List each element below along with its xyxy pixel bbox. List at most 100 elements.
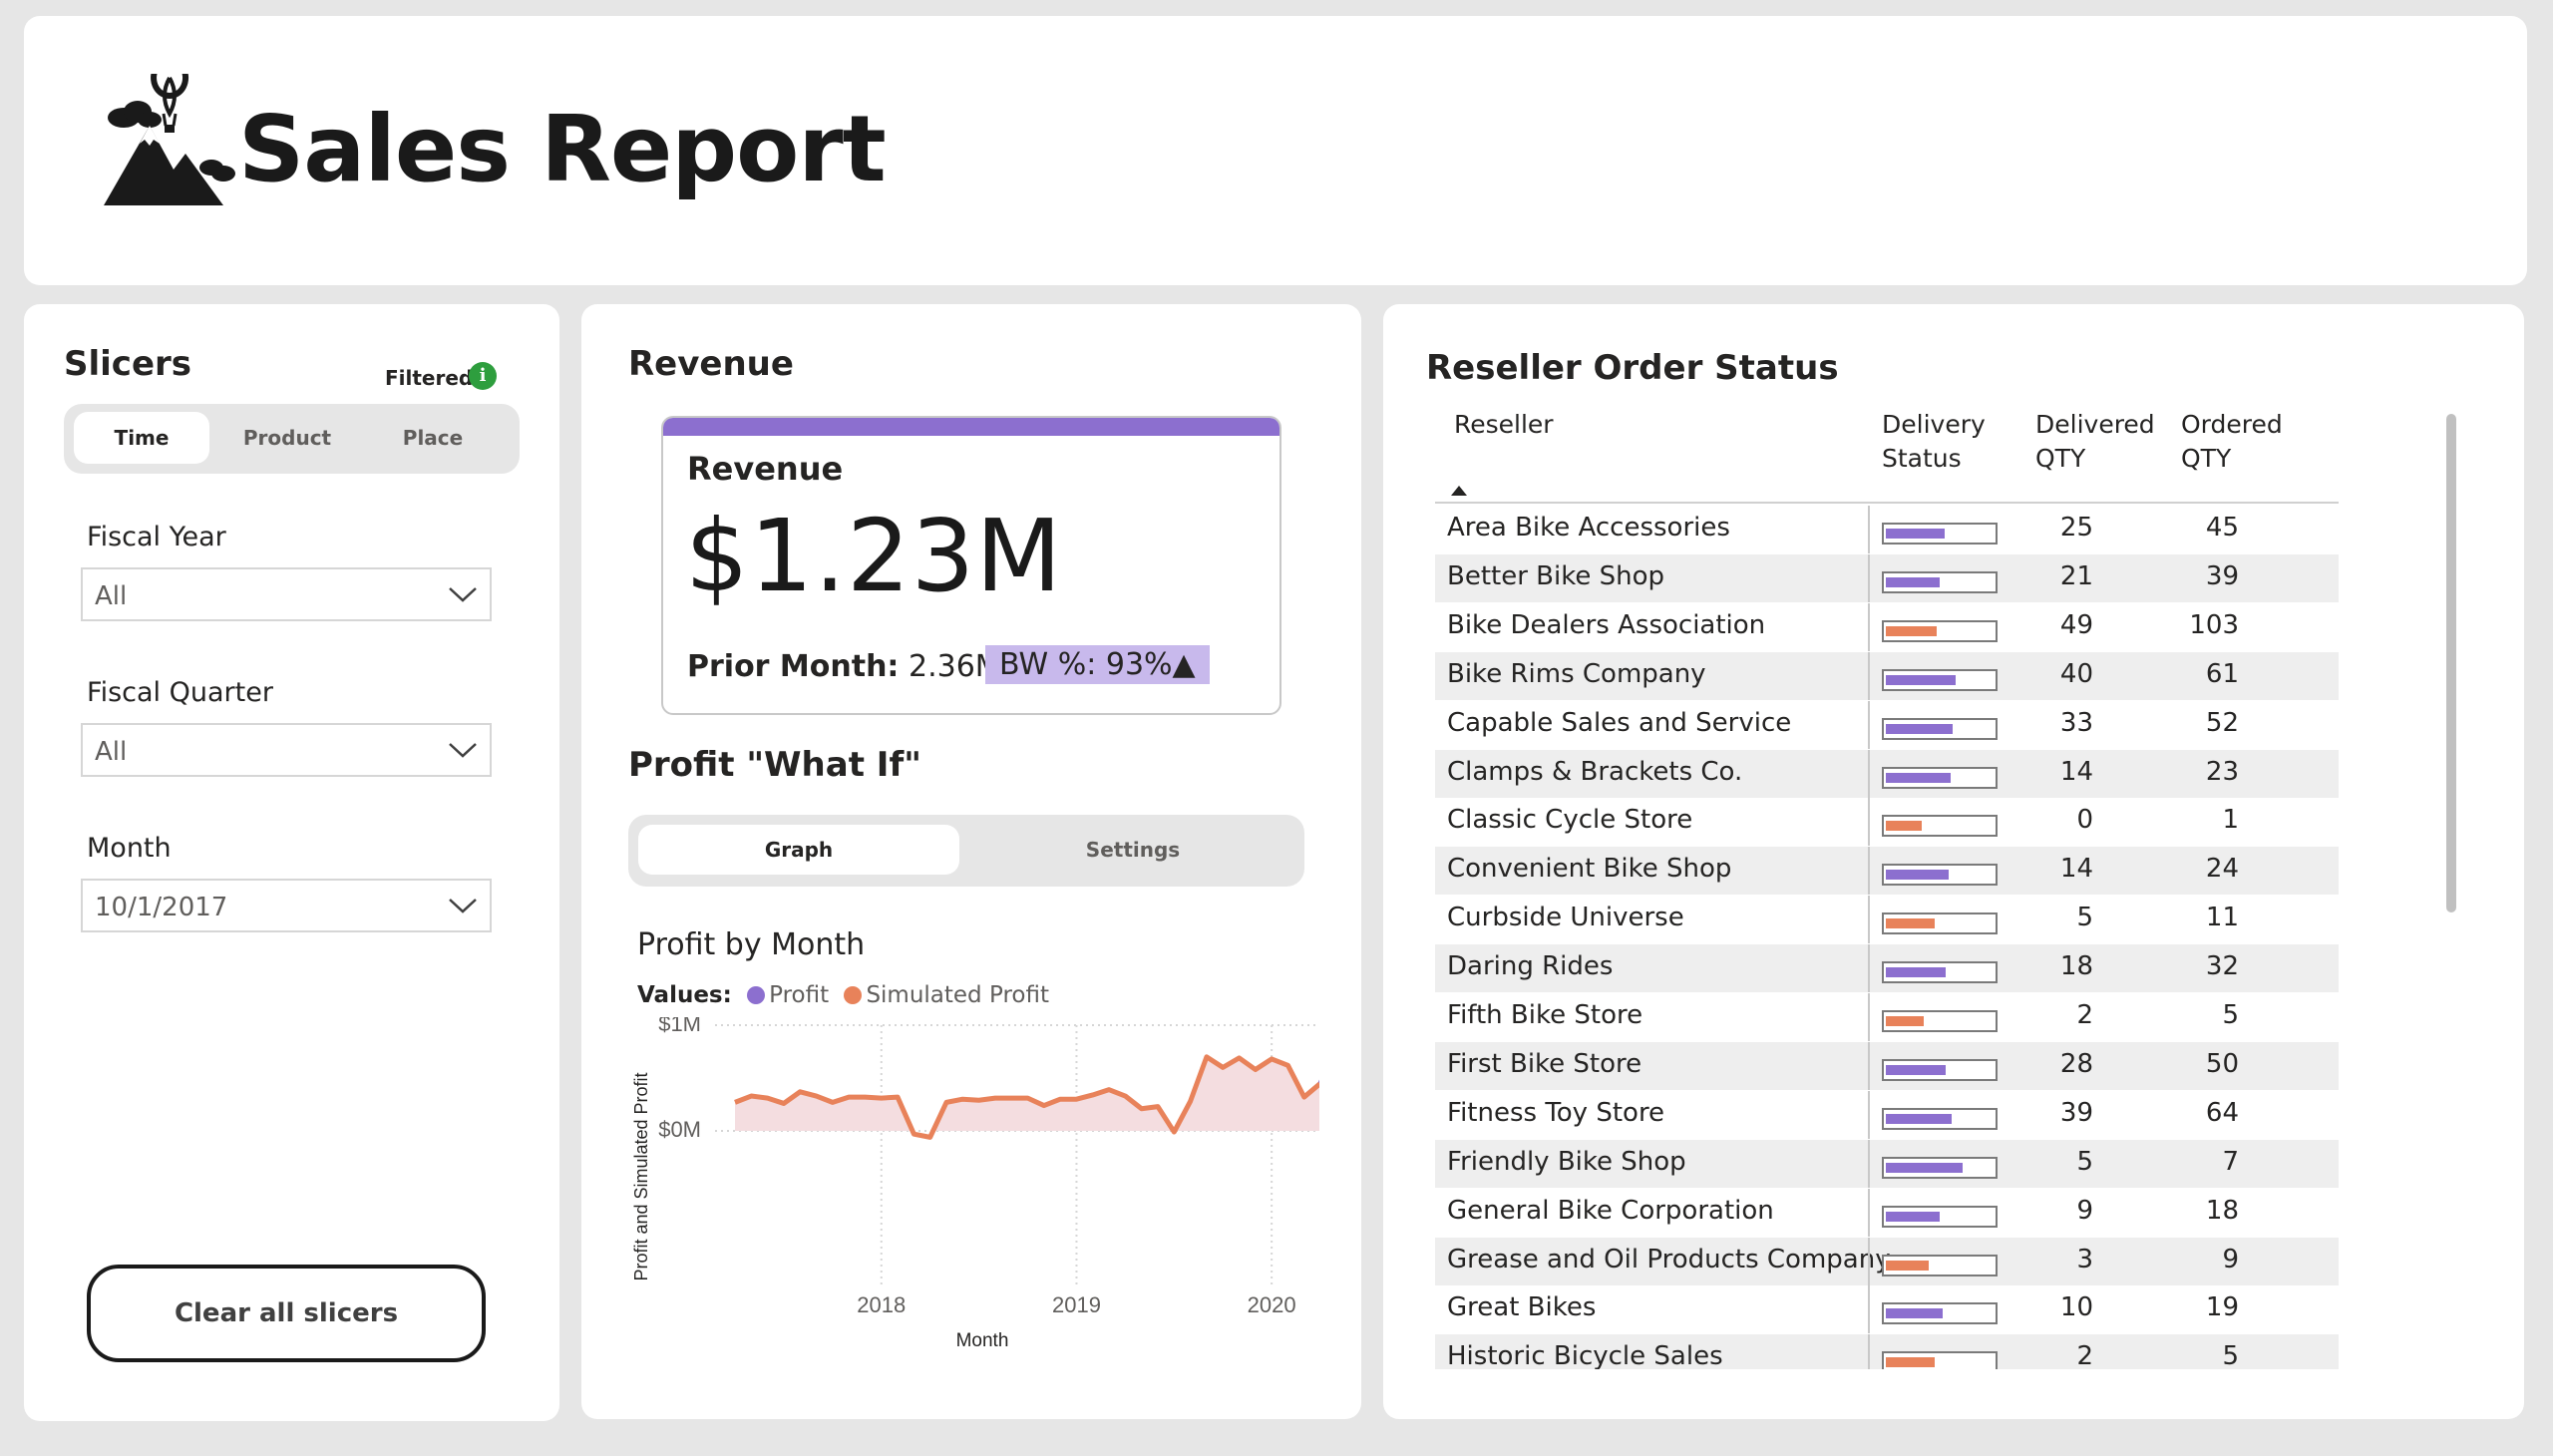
chevron-down-icon [449, 743, 477, 758]
table-row[interactable]: Grease and Oil Products Company 3 9 [1435, 1237, 2339, 1285]
chart-legend: Values: Profit Simulated Profit [637, 982, 1049, 1008]
header-line: QTY [2181, 444, 2232, 473]
delivery-status-bar [1882, 1205, 1998, 1228]
tab-product[interactable]: Product [219, 412, 355, 464]
delivered-qty: 10 [2059, 1292, 2093, 1323]
reseller-name: Fifth Bike Store [1447, 1000, 1643, 1030]
ordered-qty: 19 [2205, 1292, 2239, 1323]
delivered-qty: 33 [2059, 707, 2093, 738]
delivered-qty: 14 [2059, 756, 2093, 787]
delivery-status-fill [1886, 870, 1949, 881]
column-divider [1868, 651, 1870, 700]
table-row[interactable]: Capable Sales and Service 33 52 [1435, 700, 2339, 749]
reseller-name: Friendly Bike Shop [1447, 1146, 1686, 1177]
reseller-name: Historic Bicycle Sales [1447, 1341, 1723, 1369]
column-divider [1868, 1334, 1870, 1369]
table-row[interactable]: Bike Dealers Association 49 103 [1435, 602, 2339, 651]
delivered-qty: 40 [2059, 658, 2093, 689]
ordered-qty: 7 [2222, 1146, 2239, 1177]
table-row[interactable]: General Bike Corporation 9 18 [1435, 1188, 2339, 1237]
simulated-profit-area [735, 1056, 1319, 1131]
tab-graph[interactable]: Graph [638, 825, 959, 875]
ordered-qty: 11 [2205, 903, 2239, 933]
table-scrollbar[interactable] [2446, 414, 2456, 912]
col-header-ordered-qty[interactable]: Ordered QTY [2181, 408, 2283, 476]
table-row[interactable]: Area Bike Accessories 25 45 [1435, 506, 2339, 553]
ordered-qty: 61 [2205, 658, 2239, 689]
fiscal-year-dropdown[interactable]: All [81, 567, 492, 621]
reseller-name: Great Bikes [1447, 1292, 1597, 1323]
clear-all-slicers-button[interactable]: Clear all slicers [87, 1265, 486, 1362]
fiscal-year-label: Fiscal Year [87, 522, 226, 552]
delivery-status-fill [1886, 625, 1937, 636]
delivered-qty: 28 [2059, 1048, 2093, 1079]
bw-percent-badge: BW %: 93%▲ [985, 645, 1210, 684]
orders-section-title: Reseller Order Status [1426, 348, 1839, 388]
header-line: Delivery [1882, 410, 1986, 439]
fiscal-quarter-dropdown[interactable]: All [81, 723, 492, 777]
table-row[interactable]: Bike Rims Company 40 61 [1435, 651, 2339, 700]
table-row[interactable]: First Bike Store 28 50 [1435, 1041, 2339, 1090]
legend-values-label: Values: [637, 982, 732, 1008]
col-header-delivered-qty[interactable]: Delivered QTY [2035, 408, 2155, 476]
table-row[interactable]: Fifth Bike Store 2 5 [1435, 993, 2339, 1041]
ordered-qty: 103 [2189, 609, 2239, 640]
column-divider [1868, 553, 1870, 602]
reseller-name: Daring Rides [1447, 951, 1614, 982]
table-row[interactable]: Convenient Bike Shop 14 24 [1435, 847, 2339, 896]
delivery-status-bar [1882, 864, 1998, 887]
revenue-kpi-card: Revenue $1.23M Prior Month: 2.36M BW %: … [661, 416, 1281, 715]
sort-ascending-icon[interactable] [1451, 486, 1467, 496]
column-divider [1868, 1237, 1870, 1285]
delivery-status-bar [1882, 766, 1998, 789]
ordered-qty: 39 [2205, 560, 2239, 591]
reseller-name: Fitness Toy Store [1447, 1097, 1665, 1128]
y-axis-label: Profit and Simulated Profit [631, 1072, 651, 1280]
kpi-value: $1.23M [685, 498, 1063, 614]
reseller-name: Classic Cycle Store [1447, 805, 1693, 836]
table-row[interactable]: Fitness Toy Store 39 64 [1435, 1090, 2339, 1139]
ordered-qty: 32 [2205, 951, 2239, 982]
slicers-title: Slicers [64, 344, 192, 384]
tab-place[interactable]: Place [365, 412, 501, 464]
month-dropdown[interactable]: 10/1/2017 [81, 879, 492, 932]
reseller-name: Clamps & Brackets Co. [1447, 756, 1743, 787]
delivery-status-bar [1882, 668, 1998, 691]
delivered-qty: 5 [2076, 903, 2093, 933]
delivered-qty: 21 [2059, 560, 2093, 591]
delivery-status-fill [1886, 576, 1940, 587]
delivery-status-bar [1882, 619, 1998, 642]
reseller-name: Area Bike Accessories [1447, 513, 1730, 543]
table-row[interactable]: Great Bikes 10 19 [1435, 1285, 2339, 1334]
col-header-reseller[interactable]: Reseller [1454, 408, 1554, 442]
table-row[interactable]: Historic Bicycle Sales 2 5 [1435, 1334, 2339, 1369]
table-row[interactable]: Clamps & Brackets Co. 14 23 [1435, 749, 2339, 798]
col-header-delivery-status[interactable]: Delivery Status [1882, 408, 1986, 476]
delivery-status-bar [1882, 1302, 1998, 1325]
reseller-name: Curbside Universe [1447, 903, 1684, 933]
tab-time[interactable]: Time [74, 412, 209, 464]
kpi-prior-month: Prior Month: 2.36M [687, 649, 1001, 684]
table-row[interactable]: Friendly Bike Shop 5 7 [1435, 1139, 2339, 1188]
table-row[interactable]: Daring Rides 18 32 [1435, 944, 2339, 993]
filtered-label: Filtered [385, 366, 474, 390]
column-divider [1868, 847, 1870, 896]
tab-settings[interactable]: Settings [971, 825, 1294, 875]
revenue-panel: Revenue Revenue $1.23M Prior Month: 2.36… [581, 304, 1361, 1419]
delivery-status-bar [1882, 1107, 1998, 1130]
legend-profit-label: Profit [769, 982, 830, 1008]
delivered-qty: 3 [2076, 1244, 2093, 1274]
reseller-name: Grease and Oil Products Company [1447, 1244, 1891, 1274]
table-row[interactable]: Better Bike Shop 21 39 [1435, 553, 2339, 602]
ordered-qty: 1 [2222, 805, 2239, 836]
column-divider [1868, 1090, 1870, 1139]
table-row[interactable]: Curbside Universe 5 11 [1435, 896, 2339, 944]
fiscal-quarter-value: All [95, 737, 128, 767]
kpi-accent-bar [663, 418, 1279, 436]
info-icon[interactable]: i [469, 362, 497, 390]
header-line: Delivered [2035, 410, 2155, 439]
delivered-qty: 9 [2076, 1195, 2093, 1226]
table-row[interactable]: Classic Cycle Store 0 1 [1435, 798, 2339, 847]
month-value: 10/1/2017 [95, 893, 228, 922]
delivery-status-fill [1886, 772, 1951, 783]
